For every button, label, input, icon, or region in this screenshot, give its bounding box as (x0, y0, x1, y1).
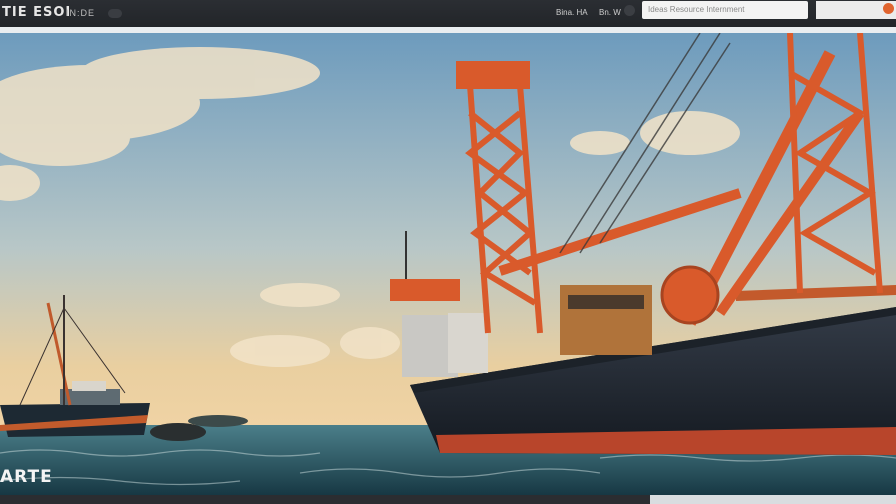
bottom-input[interactable] (650, 495, 896, 504)
site-logo-sub: IN:DE (66, 8, 96, 18)
top-bar: TIE ESOI IN:DE Bina. HA Bn. W Ideas Reso… (0, 0, 896, 27)
site-logo[interactable]: TIE ESOI (2, 5, 71, 20)
search-input[interactable]: Ideas Resource Internment (642, 1, 808, 19)
search-placeholder: Ideas Resource Internment (648, 5, 745, 14)
notification-icon[interactable] (883, 3, 894, 14)
hero-image (0, 33, 896, 495)
hero-caption: ARTE (0, 467, 53, 487)
distant-island (188, 415, 248, 427)
nav-link-b[interactable]: Bn. W (599, 8, 621, 17)
nav-link-a[interactable]: Bina. HA (556, 8, 588, 17)
account-icon[interactable] (624, 5, 635, 16)
menu-toggle-icon[interactable] (108, 9, 122, 18)
rock (150, 423, 206, 441)
